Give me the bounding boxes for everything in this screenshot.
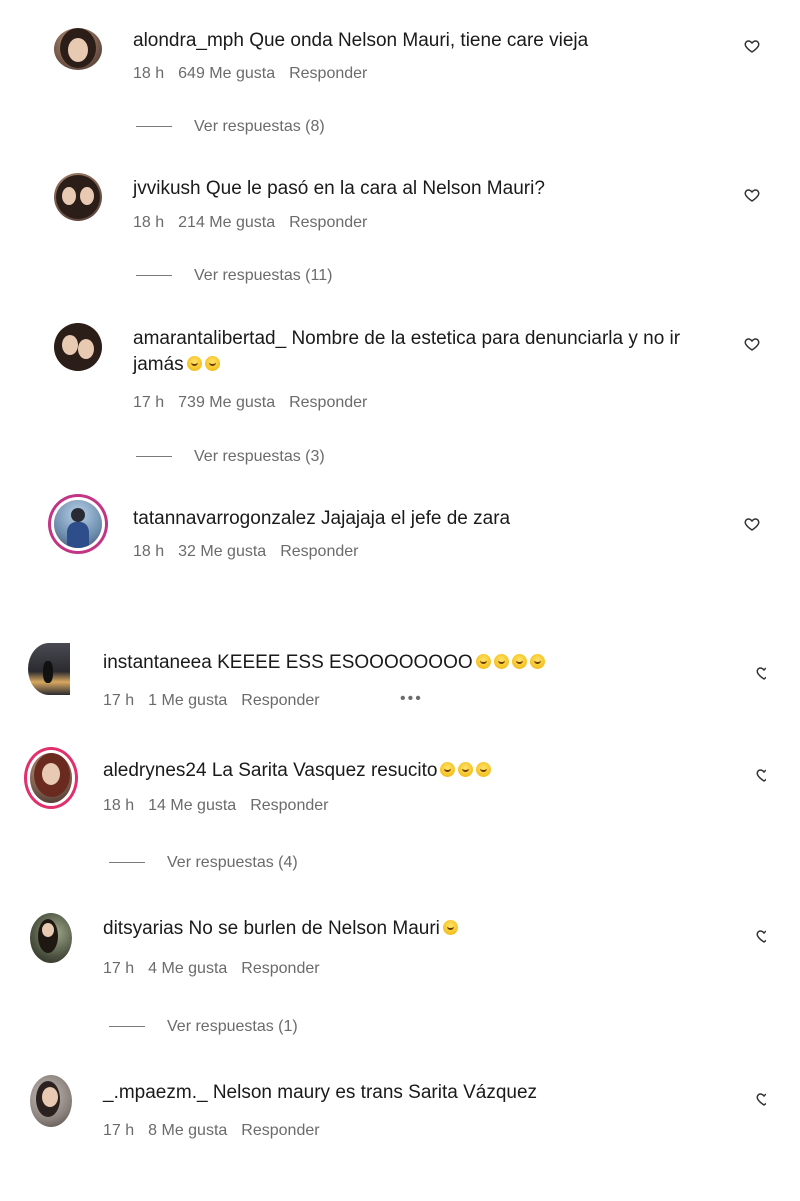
- heart-icon[interactable]: [756, 665, 766, 681]
- grinning-face-emoji: [440, 762, 456, 777]
- comment-time: 17 h: [133, 394, 165, 411]
- comment-text: KEEEE ESS ESOOOOOOOO: [217, 652, 473, 673]
- avatar[interactable]: [30, 753, 72, 803]
- comment-likes[interactable]: 214 Me gusta: [178, 214, 275, 231]
- reply-button[interactable]: Responder: [289, 65, 367, 82]
- comment-text: Que onda Nelson Mauri, tiene care vieja: [249, 30, 589, 51]
- more-options-icon[interactable]: •••: [400, 690, 423, 708]
- comment-time: 18 h: [133, 214, 165, 231]
- comment-text-line: jvvikush Que le pasó en la cara al Nelso…: [133, 176, 545, 202]
- reply-button[interactable]: Responder: [241, 1122, 319, 1139]
- replies-divider: [136, 456, 172, 458]
- comment-username[interactable]: jvvikush: [133, 178, 201, 199]
- comment-meta: 18 h 14 Me gusta Responder: [103, 797, 342, 815]
- comment-likes[interactable]: 739 Me gusta: [178, 394, 275, 411]
- comment-time: 17 h: [103, 1122, 135, 1139]
- replies-divider: [109, 862, 145, 864]
- avatar[interactable]: [54, 323, 102, 371]
- grinning-face-emoji: [475, 654, 491, 669]
- comment-likes[interactable]: 4 Me gusta: [148, 960, 227, 977]
- comment-time: 17 h: [103, 960, 135, 977]
- grinning-face-emoji: [186, 356, 202, 371]
- view-replies-label: Ver respuestas (11): [194, 267, 333, 284]
- comment-username[interactable]: alondra_mph: [133, 30, 244, 51]
- grinning-face-emoji: [442, 920, 458, 935]
- comment-text-line: ditsyarias No se burlen de Nelson Mauri: [103, 916, 458, 942]
- grinning-face-emoji: [529, 654, 545, 669]
- comment-likes[interactable]: 649 Me gusta: [178, 65, 275, 82]
- reply-button[interactable]: Responder: [289, 214, 367, 231]
- comment-username[interactable]: amarantalibertad_: [133, 328, 286, 349]
- avatar[interactable]: [30, 1075, 72, 1127]
- comment-likes[interactable]: 32 Me gusta: [178, 543, 266, 560]
- heart-icon[interactable]: [744, 516, 760, 532]
- comment-meta: 17 h 739 Me gusta Responder: [133, 394, 381, 412]
- heart-icon[interactable]: [756, 1091, 766, 1107]
- view-replies-label: Ver respuestas (3): [194, 448, 325, 465]
- replies-divider: [109, 1026, 145, 1028]
- avatar[interactable]: [30, 913, 72, 963]
- reply-button[interactable]: Responder: [289, 394, 367, 411]
- replies-divider: [136, 275, 172, 277]
- grinning-face-emoji: [493, 654, 509, 669]
- comment-text-line: tatannavarrogonzalez Jajajaja el jefe de…: [133, 506, 510, 532]
- comment-text-line: _.mpaezm._ Nelson maury es trans Sarita …: [103, 1080, 537, 1106]
- view-replies-button[interactable]: Ver respuestas (3): [136, 448, 325, 466]
- comment-time: 17 h: [103, 692, 135, 709]
- heart-icon[interactable]: [744, 187, 760, 203]
- comment-text-line: amarantalibertad_ Nombre de la estetica …: [133, 326, 713, 378]
- comment-text: La Sarita Vasquez resucito: [211, 760, 438, 781]
- comment-likes[interactable]: 1 Me gusta: [148, 692, 227, 709]
- heart-icon[interactable]: [744, 336, 760, 352]
- heart-icon[interactable]: [756, 767, 766, 783]
- comment-meta: 18 h 649 Me gusta Responder: [133, 65, 381, 83]
- grinning-face-emoji: [476, 762, 492, 777]
- comment-meta: 18 h 214 Me gusta Responder: [133, 214, 381, 232]
- heart-icon[interactable]: [756, 928, 766, 944]
- comment-time: 18 h: [103, 797, 135, 814]
- view-replies-button[interactable]: Ver respuestas (4): [109, 854, 298, 872]
- comment-meta: 17 h 4 Me gusta Responder: [103, 960, 334, 978]
- avatar[interactable]: [54, 28, 102, 70]
- avatar[interactable]: [54, 500, 102, 548]
- comment-text-line: alondra_mph Que onda Nelson Mauri, tiene…: [133, 28, 588, 54]
- grinning-face-emoji: [458, 762, 474, 777]
- comment-text: Jajajaja el jefe de zara: [321, 508, 511, 529]
- comment-username[interactable]: instantaneea: [103, 652, 212, 673]
- view-replies-button[interactable]: Ver respuestas (11): [136, 267, 332, 285]
- comment-text: Que le pasó en la cara al Nelson Mauri?: [205, 178, 545, 199]
- comment-meta: 17 h 1 Me gusta Responder: [103, 692, 334, 710]
- comment-time: 18 h: [133, 543, 165, 560]
- comment-text-line: instantaneea KEEEE ESS ESOOOOOOOO: [103, 650, 545, 676]
- comment-username[interactable]: ditsyarias: [103, 918, 183, 939]
- reply-button[interactable]: Responder: [280, 543, 358, 560]
- grinning-face-emoji: [511, 654, 527, 669]
- heart-icon[interactable]: [744, 38, 760, 54]
- view-replies-button[interactable]: Ver respuestas (1): [109, 1018, 298, 1036]
- comment-username[interactable]: aledrynes24: [103, 760, 207, 781]
- reply-button[interactable]: Responder: [250, 797, 328, 814]
- comment-meta: 18 h 32 Me gusta Responder: [133, 543, 372, 561]
- view-replies-label: Ver respuestas (4): [167, 854, 298, 871]
- view-replies-label: Ver respuestas (1): [167, 1018, 298, 1035]
- grinning-face-emoji: [204, 356, 220, 371]
- avatar[interactable]: [28, 643, 70, 695]
- comment-meta: 17 h 8 Me gusta Responder: [103, 1122, 334, 1140]
- comment-time: 18 h: [133, 65, 165, 82]
- reply-button[interactable]: Responder: [241, 692, 319, 709]
- comment-username[interactable]: tatannavarrogonzalez: [133, 508, 316, 529]
- comment-likes[interactable]: 14 Me gusta: [148, 797, 236, 814]
- comment-text: No se burlen de Nelson Mauri: [188, 918, 440, 939]
- view-replies-button[interactable]: Ver respuestas (8): [136, 118, 325, 136]
- comment-username[interactable]: _.mpaezm._: [103, 1082, 208, 1103]
- avatar[interactable]: [54, 173, 102, 221]
- comment-text: Nelson maury es trans Sarita Vázquez: [212, 1082, 538, 1103]
- comment-text-line: aledrynes24 La Sarita Vasquez resucito: [103, 758, 492, 784]
- view-replies-label: Ver respuestas (8): [194, 118, 325, 135]
- reply-button[interactable]: Responder: [241, 960, 319, 977]
- replies-divider: [136, 126, 172, 128]
- comment-likes[interactable]: 8 Me gusta: [148, 1122, 227, 1139]
